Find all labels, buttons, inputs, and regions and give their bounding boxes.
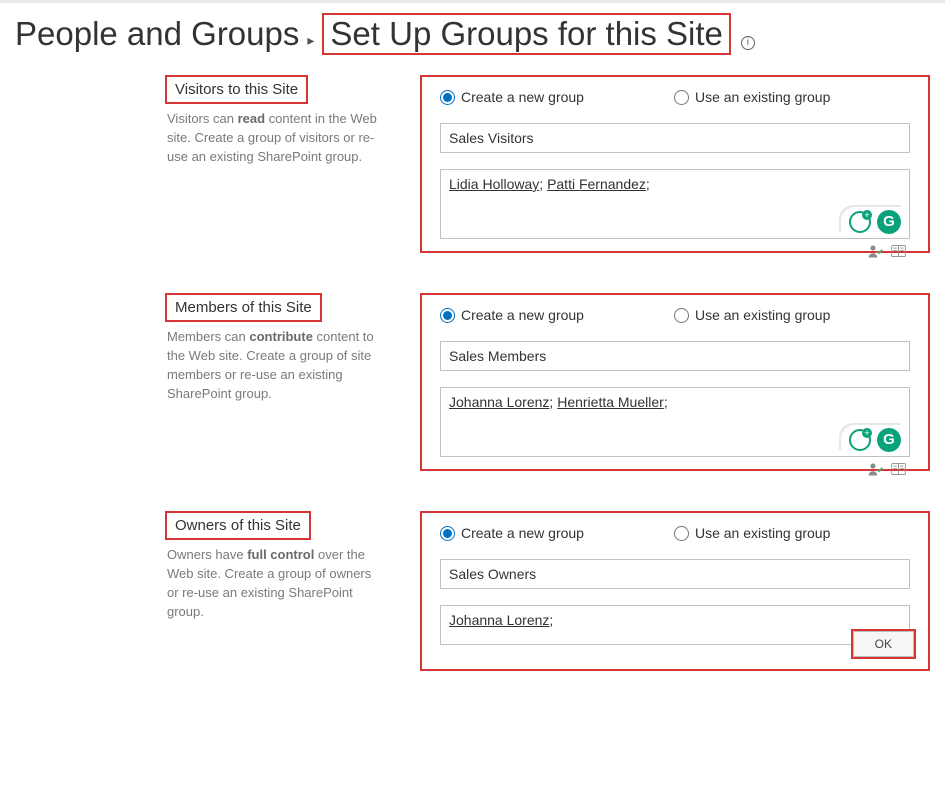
radio-create-owners[interactable]: Create a new group xyxy=(440,525,584,541)
grammarly-bulb-icon[interactable] xyxy=(849,429,871,451)
section-desc-members: Members of this Site Members can contrib… xyxy=(165,293,380,471)
radio-create-visitors-input[interactable] xyxy=(440,90,455,105)
grammarly-icon[interactable]: G xyxy=(877,428,901,452)
section-owners: Owners of this Site Owners have full con… xyxy=(15,511,930,671)
grammarly-widget: G xyxy=(841,207,903,234)
grammarly-widget: G xyxy=(841,425,903,452)
radio-existing-owners[interactable]: Use an existing group xyxy=(674,525,830,541)
section-form-visitors: Create a new group Use an existing group… xyxy=(420,75,930,253)
setup-groups-page: People and Groups ▸ Set Up Groups for th… xyxy=(0,0,945,691)
radio-row-owners: Create a new group Use an existing group xyxy=(440,525,910,541)
check-names-icon[interactable] xyxy=(867,243,884,260)
breadcrumb-parent[interactable]: People and Groups xyxy=(15,15,299,53)
browse-directory-icon[interactable] xyxy=(890,461,907,478)
section-visitors: Visitors to this Site Visitors can read … xyxy=(15,75,930,253)
radio-existing-owners-input[interactable] xyxy=(674,526,689,541)
people-picker-action-icons xyxy=(867,461,907,478)
radio-existing-members-input[interactable] xyxy=(674,308,689,323)
breadcrumb: People and Groups ▸ Set Up Groups for th… xyxy=(15,13,930,55)
radio-row-visitors: Create a new group Use an existing group xyxy=(440,89,910,105)
radio-existing-members[interactable]: Use an existing group xyxy=(674,307,830,323)
people-picker-members[interactable]: Johanna Lorenz; Henrietta Mueller; G xyxy=(440,387,910,457)
person-entry[interactable]: Johanna Lorenz xyxy=(449,394,549,410)
person-entry[interactable]: Henrietta Mueller xyxy=(557,394,664,410)
people-picker-action-icons xyxy=(867,243,907,260)
grammarly-bulb-icon[interactable] xyxy=(849,211,871,233)
radio-existing-visitors-input[interactable] xyxy=(674,90,689,105)
group-name-input-members[interactable] xyxy=(440,341,910,371)
section-form-members: Create a new group Use an existing group… xyxy=(420,293,930,471)
people-picker-visitors[interactable]: Lidia Holloway; Patti Fernandez; G xyxy=(440,169,910,239)
person-entry[interactable]: Johanna Lorenz xyxy=(449,612,549,628)
info-icon[interactable]: i xyxy=(741,36,755,50)
person-entry[interactable]: Patti Fernandez xyxy=(547,176,646,192)
section-title-owners: Owners of this Site xyxy=(165,511,311,540)
radio-create-members-input[interactable] xyxy=(440,308,455,323)
section-form-owners: Create a new group Use an existing group… xyxy=(420,511,930,671)
page-title: Set Up Groups for this Site xyxy=(322,13,731,55)
section-help-owners: Owners have full control over the Web si… xyxy=(165,546,380,621)
section-help-visitors: Visitors can read content in the Web sit… xyxy=(165,110,380,167)
radio-create-owners-input[interactable] xyxy=(440,526,455,541)
section-members: Members of this Site Members can contrib… xyxy=(15,293,930,471)
section-help-members: Members can contribute content to the We… xyxy=(165,328,380,403)
grammarly-icon[interactable]: G xyxy=(877,210,901,234)
group-name-input-visitors[interactable] xyxy=(440,123,910,153)
section-desc-owners: Owners of this Site Owners have full con… xyxy=(165,511,380,671)
radio-create-visitors[interactable]: Create a new group xyxy=(440,89,584,105)
chevron-right-icon: ▸ xyxy=(307,32,314,49)
radio-existing-visitors[interactable]: Use an existing group xyxy=(674,89,830,105)
radio-row-members: Create a new group Use an existing group xyxy=(440,307,910,323)
group-name-input-owners[interactable] xyxy=(440,559,910,589)
section-desc-visitors: Visitors to this Site Visitors can read … xyxy=(165,75,380,253)
ok-button[interactable]: OK xyxy=(851,629,916,659)
person-entry[interactable]: Lidia Holloway xyxy=(449,176,539,192)
people-picker-owners[interactable]: Johanna Lorenz; xyxy=(440,605,910,645)
section-title-members: Members of this Site xyxy=(165,293,322,322)
section-title-visitors: Visitors to this Site xyxy=(165,75,308,104)
radio-create-members[interactable]: Create a new group xyxy=(440,307,584,323)
browse-directory-icon[interactable] xyxy=(890,243,907,260)
check-names-icon[interactable] xyxy=(867,461,884,478)
